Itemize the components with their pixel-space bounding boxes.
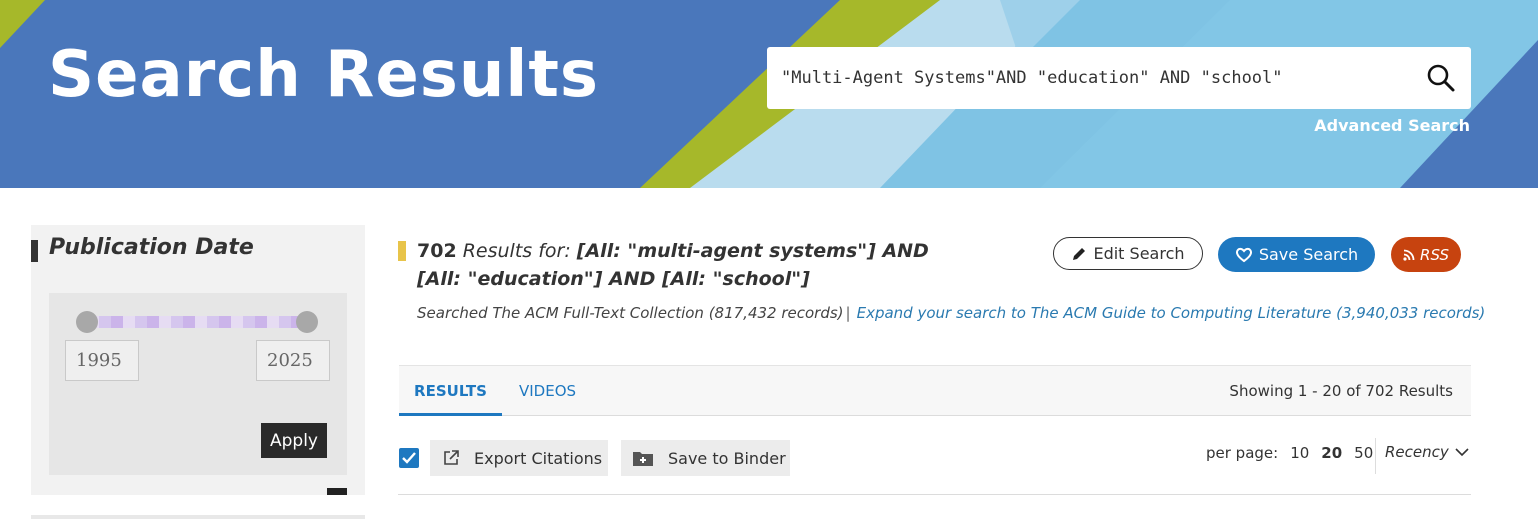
toolbar-divider: [398, 494, 1471, 495]
filter-header-bar: [31, 240, 38, 262]
external-link-icon: [444, 450, 459, 465]
separator: |: [845, 304, 851, 322]
filter-title: Publication Date: [49, 235, 254, 260]
export-citations-label: Export Citations: [474, 448, 603, 468]
showing-count: Showing 1 - 20 of 702 Results: [1229, 382, 1453, 400]
save-search-label: Save Search: [1258, 245, 1359, 264]
edit-search-label: Edit Search: [1093, 244, 1185, 263]
expand-search-link[interactable]: Expand your search to The ACM Guide to C…: [857, 304, 1486, 322]
per-page-option-10[interactable]: 10: [1290, 444, 1309, 462]
edit-search-button[interactable]: Edit Search: [1053, 237, 1203, 270]
sort-divider: [1375, 438, 1376, 474]
advanced-search-link[interactable]: Advanced Search: [1314, 116, 1470, 135]
search-box: [767, 47, 1471, 109]
pencil-icon: [1073, 247, 1086, 260]
tab-videos[interactable]: VIDEOS: [519, 366, 576, 416]
searched-collection-line: Searched The ACM Full-Text Collection (8…: [417, 304, 1485, 322]
rss-button[interactable]: RSS: [1391, 237, 1461, 272]
per-page-option-50[interactable]: 50: [1354, 444, 1373, 462]
save-to-binder-label: Save to Binder: [668, 448, 786, 468]
per-page-label: per page:: [1206, 444, 1279, 462]
year-to-input[interactable]: [256, 340, 330, 381]
tab-results[interactable]: RESULTS: [399, 366, 502, 416]
per-page-option-20[interactable]: 20: [1321, 444, 1342, 462]
select-all-checkbox[interactable]: [399, 448, 419, 468]
per-page-selector: per page: 10 20 50: [1206, 444, 1373, 462]
banner: Search Results Advanced Search: [0, 0, 1538, 188]
save-to-binder-button[interactable]: Save to Binder: [621, 440, 790, 476]
results-for-label: Results for:: [462, 240, 571, 262]
rss-label: RSS: [1420, 245, 1449, 264]
heart-icon: [1235, 247, 1252, 262]
chevron-down-icon: [1455, 448, 1469, 457]
sort-dropdown[interactable]: Recency: [1385, 443, 1469, 461]
search-icon: [1427, 64, 1455, 92]
results-tabs: RESULTS VIDEOS Showing 1 - 20 of 702 Res…: [399, 365, 1471, 416]
folder-plus-icon: [633, 452, 653, 466]
filter-header[interactable]: Publication Date: [31, 225, 365, 275]
search-button[interactable]: [1425, 62, 1457, 94]
searched-collection-text: Searched The ACM Full-Text Collection (8…: [417, 304, 844, 322]
sidebar-scroll-marker: [327, 488, 347, 495]
search-input[interactable]: [781, 47, 1401, 109]
results-heading-accent: [398, 241, 406, 261]
rss-icon: [1403, 249, 1415, 261]
publication-date-filter: Publication Date Apply: [31, 225, 365, 495]
save-search-button[interactable]: Save Search: [1218, 237, 1375, 272]
date-slider-track[interactable]: [87, 316, 307, 328]
date-slider-start-handle[interactable]: [76, 311, 98, 333]
date-slider-range: [87, 316, 307, 328]
results-heading-text: 702 Results for: [All: "multi-agent syst…: [417, 237, 977, 293]
results-count: 702: [417, 240, 457, 262]
export-citations-button[interactable]: Export Citations: [430, 440, 608, 476]
apply-button[interactable]: Apply: [261, 423, 327, 458]
check-icon: [402, 452, 416, 464]
page-title: Search Results: [48, 38, 599, 112]
date-range-panel: Apply: [49, 293, 347, 475]
sidebar-divider: [31, 515, 365, 519]
sort-label: Recency: [1385, 443, 1449, 461]
year-from-input[interactable]: [65, 340, 139, 381]
date-slider-end-handle[interactable]: [296, 311, 318, 333]
